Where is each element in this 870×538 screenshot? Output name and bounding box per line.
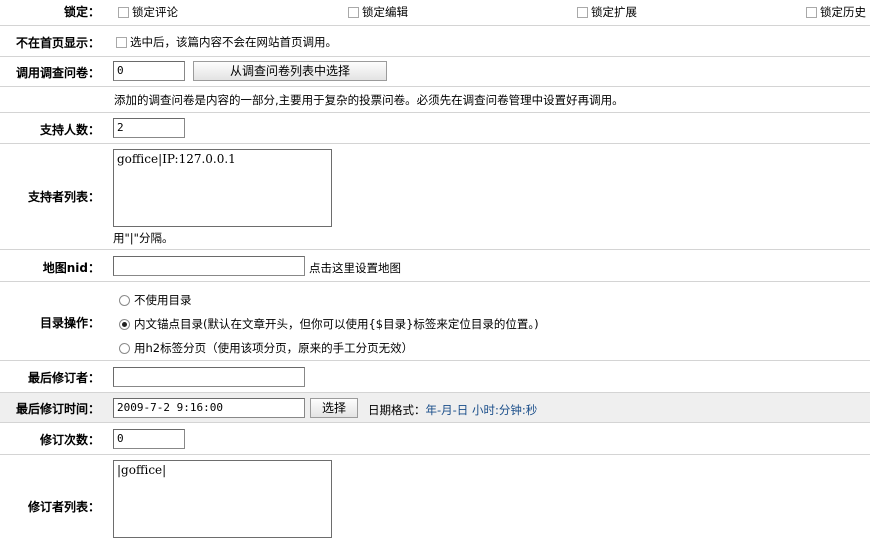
not-homepage-label: 不在首页显示： [15, 36, 100, 50]
revisers-list-textarea[interactable]: |goffice| [113, 460, 332, 538]
last-reviser-row: 最后修订者： [0, 361, 870, 393]
poll-id-input[interactable]: 0 [113, 61, 185, 81]
lock-edit-checkbox[interactable] [348, 7, 359, 18]
toc-h2-radio[interactable] [119, 343, 130, 354]
last-reviser-label: 最后修订者： [27, 371, 100, 385]
lock-edit-text: 锁定编辑 [362, 5, 408, 19]
poll-help-row: 添加的调查问卷是内容的一部分,主要用于复杂的投票问卷。必须先在调查问卷管理中设置… [0, 87, 870, 113]
poll-row: 调用调查问卷： 0 从调查问卷列表中选择 [0, 57, 870, 87]
supporters-list-textarea[interactable]: goffice|IP:127.0.0.1 [113, 149, 332, 227]
toc-option-anchor[interactable]: 内文锚点目录(默认在文章开头，但你可以使用{$目录}标签来定位目录的位置。) [119, 316, 539, 332]
lock-history-text: 锁定历史 [820, 5, 866, 19]
date-format-label: 日期格式： [368, 403, 426, 417]
toc-option-h2[interactable]: 用h2标签分页（使用该项分页，原来的手工分页无效） [119, 340, 413, 356]
last-revised-time-row: 最后修订时间： 2009-7-2 9:16:00 选择 日期格式：年-月-日 小… [0, 393, 870, 423]
map-label: 地图nid： [42, 261, 100, 275]
set-map-link[interactable]: 点击这里设置地图 [309, 260, 401, 276]
toc-label: 目录操作： [39, 316, 100, 330]
date-format-hint: 日期格式：年-月-日 小时:分钟:秒 [368, 402, 537, 418]
revision-count-label: 修订次数： [39, 433, 100, 447]
not-homepage-text: 选中后，该篇内容不会在网站首页调用。 [130, 35, 337, 49]
lock-edit-option[interactable]: 锁定编辑 [348, 4, 408, 20]
poll-label: 调用调查问卷： [15, 66, 100, 80]
lock-extend-checkbox[interactable] [577, 7, 588, 18]
last-revised-time-input[interactable]: 2009-7-2 9:16:00 [113, 398, 305, 418]
select-date-button[interactable]: 选择 [310, 398, 358, 418]
not-homepage-row: 不在首页显示： 选中后，该篇内容不会在网站首页调用。 [0, 26, 870, 57]
toc-row: 目录操作： 不使用目录 内文锚点目录(默认在文章开头，但你可以使用{$目录}标签… [0, 282, 870, 361]
supporters-count-input[interactable]: 2 [113, 118, 185, 138]
lock-label: 锁定： [63, 5, 100, 19]
revision-count-row: 修订次数： 0 [0, 423, 870, 455]
revisers-list-label: 修订者列表： [27, 500, 100, 514]
lock-extend-text: 锁定扩展 [591, 5, 637, 19]
revisers-list-row: 修订者列表： |goffice| [0, 455, 870, 538]
revision-count-input[interactable]: 0 [113, 429, 185, 449]
lock-comment-text: 锁定评论 [132, 5, 178, 19]
lock-extend-option[interactable]: 锁定扩展 [577, 4, 637, 20]
lock-comment-option[interactable]: 锁定评论 [118, 4, 178, 20]
supporters-list-label: 支持者列表： [27, 190, 100, 204]
map-row: 地图nid： 点击这里设置地图 [0, 250, 870, 282]
map-nid-input[interactable] [113, 256, 305, 276]
toc-anchor-text: 内文锚点目录(默认在文章开头，但你可以使用{$目录}标签来定位目录的位置。) [134, 317, 539, 331]
lock-history-option[interactable]: 锁定历史 [806, 4, 866, 20]
toc-option-none[interactable]: 不使用目录 [119, 292, 192, 308]
supporters-count-row: 支持人数： 2 [0, 113, 870, 144]
toc-h2-text: 用h2标签分页（使用该项分页，原来的手工分页无效） [134, 341, 414, 355]
last-revised-time-label: 最后修订时间： [15, 402, 100, 416]
supporters-list-row: 支持者列表： goffice|IP:127.0.0.1 用"|"分隔。 [0, 144, 870, 250]
not-homepage-checkbox[interactable] [116, 37, 127, 48]
supporters-list-hint: 用"|"分隔。 [113, 231, 174, 245]
last-reviser-input[interactable] [113, 367, 305, 387]
not-homepage-option[interactable]: 选中后，该篇内容不会在网站首页调用。 [116, 34, 337, 50]
lock-history-checkbox[interactable] [806, 7, 817, 18]
select-poll-button[interactable]: 从调查问卷列表中选择 [193, 61, 387, 81]
toc-none-radio[interactable] [119, 295, 130, 306]
lock-comment-checkbox[interactable] [118, 7, 129, 18]
toc-none-text: 不使用目录 [134, 293, 192, 307]
supporters-count-label: 支持人数： [39, 123, 100, 137]
toc-anchor-radio[interactable] [119, 319, 130, 330]
lock-row: 锁定： 锁定评论 锁定编辑 锁定扩展 锁定历史 [0, 0, 870, 26]
poll-help-text: 添加的调查问卷是内容的一部分,主要用于复杂的投票问卷。必须先在调查问卷管理中设置… [114, 93, 624, 107]
date-format-value: 年-月-日 小时:分钟:秒 [425, 403, 538, 417]
